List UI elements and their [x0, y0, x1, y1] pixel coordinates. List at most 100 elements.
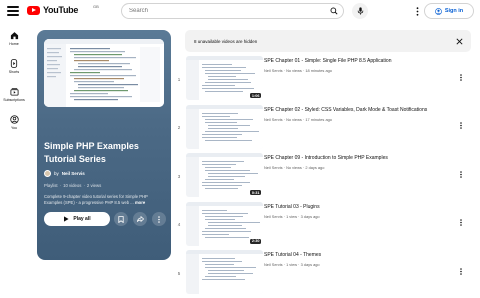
rail-label: Subscriptions	[3, 97, 25, 102]
playlist-video-row[interactable]: 3 0:31 SPE Chapter 09 - Introduction to …	[176, 152, 470, 201]
video-channel[interactable]: Neil Servis	[264, 214, 283, 219]
code-editor-screenshot	[44, 39, 164, 107]
rail-item-shorts[interactable]: Shorts	[0, 52, 28, 80]
video-views: 1 view	[286, 262, 298, 267]
rail-label: You	[10, 125, 18, 130]
video-duration: 1:06	[250, 93, 261, 98]
video-thumbnail[interactable]: 2:30	[186, 201, 263, 246]
playlist-video-row[interactable]: 5 SPE Tutorial 04 - Themes Neil Servis ·…	[176, 249, 470, 298]
microphone-icon	[357, 7, 363, 15]
video-duration: 2:30	[250, 238, 261, 244]
video-channel[interactable]: Neil Servis	[264, 165, 283, 170]
video-thumbnail[interactable]	[186, 104, 263, 149]
description-more-link[interactable]: more	[135, 200, 145, 205]
youtube-play-icon	[27, 5, 40, 15]
bookmark-icon	[118, 215, 124, 223]
settings-more-button[interactable]	[414, 5, 420, 17]
video-channel[interactable]: Neil Servis	[264, 262, 283, 267]
video-index: 1	[177, 76, 181, 82]
video-meta: Neil Servis · 1 view · 3 days ago	[264, 213, 320, 219]
video-index: 5	[177, 270, 181, 276]
unavailable-videos-notice: 8 unavailable videos are hidden	[185, 30, 471, 52]
notice-text: 8 unavailable videos are hidden	[194, 38, 258, 44]
video-thumbnail[interactable]: 0:31	[186, 153, 263, 197]
close-icon	[455, 37, 463, 45]
video-more-button[interactable]	[457, 121, 465, 131]
video-title[interactable]: SPE Chapter 02 - Styled: CSS Variables, …	[264, 107, 450, 113]
subscriptions-icon	[9, 87, 19, 96]
video-title[interactable]: SPE Chapter 09 - Introduction to Simple …	[264, 155, 450, 161]
guide-rail: Home Shorts Subscriptions You	[0, 24, 28, 136]
playlist-video-list: 1 1:06 SPE Chapter 01 - Simple: Single F…	[176, 55, 470, 298]
video-channel[interactable]: Neil Servis	[264, 117, 283, 122]
save-playlist-button[interactable]	[114, 212, 128, 226]
video-more-button[interactable]	[457, 169, 465, 179]
rail-label: Shorts	[8, 69, 20, 74]
video-thumbnail[interactable]: 1:06	[186, 56, 263, 100]
more-vert-icon	[416, 6, 418, 16]
owner-name[interactable]: Neil Servis	[62, 171, 85, 176]
more-vert-icon	[460, 267, 462, 275]
video-thumbnail[interactable]	[186, 250, 263, 294]
more-vert-icon	[460, 73, 462, 81]
account-icon	[435, 7, 442, 15]
video-age: 18 minutes ago	[305, 68, 332, 73]
playlist-video-row[interactable]: 2 SPE Chapter 02 - Styled: CSS Variables…	[176, 104, 470, 153]
rail-item-you[interactable]: You	[0, 108, 28, 136]
share-icon	[136, 216, 144, 222]
playlist-title: Simple PHP Examples Tutorial Series	[44, 141, 139, 164]
menu-icon[interactable]	[7, 5, 19, 17]
playlist-description: Complete 9-chapter video tutorial series…	[44, 194, 166, 206]
more-vert-icon	[460, 122, 462, 129]
video-meta: Neil Servis · No views · 17 minutes ago	[264, 116, 332, 122]
video-age: 3 days ago	[300, 262, 320, 267]
stat-type: Playlist	[44, 183, 58, 188]
video-more-button[interactable]	[457, 72, 465, 82]
video-meta: Neil Servis · No views · 2 days ago	[264, 165, 325, 170]
video-more-button[interactable]	[457, 218, 465, 228]
stat-view-count: 2 views	[86, 183, 102, 188]
video-meta: Neil Servis · 1 view · 3 days ago	[264, 262, 320, 267]
voice-search-button[interactable]	[352, 3, 368, 19]
rail-item-subscriptions[interactable]: Subscriptions	[0, 80, 28, 108]
search-input[interactable]	[122, 4, 325, 18]
home-icon	[10, 31, 18, 39]
sign-in-label: Sign in	[444, 8, 464, 14]
logo-country: GB	[93, 4, 99, 9]
playlist-video-row[interactable]: 4 2:30 SPE Tutorial 03 - Plugins Neil Se…	[176, 201, 470, 250]
avatar	[44, 170, 51, 177]
video-title[interactable]: SPE Chapter 01 - Simple: Single File PHP…	[264, 58, 450, 64]
play-all-button[interactable]: Play all	[44, 212, 110, 226]
sign-in-button[interactable]: Sign in	[424, 3, 474, 19]
video-channel[interactable]: Neil Servis	[264, 68, 283, 73]
video-views: 1 view	[286, 213, 298, 219]
video-age: 2 days ago	[305, 165, 325, 170]
close-notice-button[interactable]	[454, 36, 464, 46]
playlist-stats: Playlist · 10 videos · 2 views	[44, 183, 102, 188]
search-button[interactable]	[325, 4, 343, 18]
video-index: 3	[177, 173, 181, 179]
video-duration: 0:31	[250, 190, 261, 195]
playlist-header-card: Simple PHP Examples Tutorial Series by N…	[37, 30, 171, 260]
top-bar: YouTube GB Sign in	[0, 0, 480, 22]
play-icon	[64, 216, 69, 222]
playlist-owner[interactable]: by Neil Servis	[44, 170, 85, 177]
description-text: Complete 9-chapter video tutorial series…	[44, 194, 148, 205]
video-title[interactable]: SPE Tutorial 03 - Plugins	[264, 204, 450, 210]
playlist-video-row[interactable]: 1 1:06 SPE Chapter 01 - Simple: Single F…	[176, 55, 470, 104]
rail-label: Home	[9, 41, 19, 46]
video-index: 4	[177, 222, 181, 227]
video-views: No views	[286, 68, 302, 73]
stat-video-count: 10 videos	[63, 183, 82, 188]
shorts-icon	[10, 58, 18, 68]
video-title[interactable]: SPE Tutorial 04 - Themes	[264, 252, 450, 258]
video-views: No views	[286, 165, 302, 170]
rail-item-home[interactable]: Home	[0, 24, 28, 52]
share-button[interactable]	[133, 212, 147, 226]
youtube-logo[interactable]: YouTube GB	[27, 4, 99, 15]
playlist-more-button[interactable]	[152, 212, 166, 226]
more-vert-icon	[460, 219, 462, 226]
video-more-button[interactable]	[457, 266, 465, 276]
playlist-thumbnail[interactable]	[44, 39, 164, 107]
logo-text: YouTube	[43, 5, 79, 15]
